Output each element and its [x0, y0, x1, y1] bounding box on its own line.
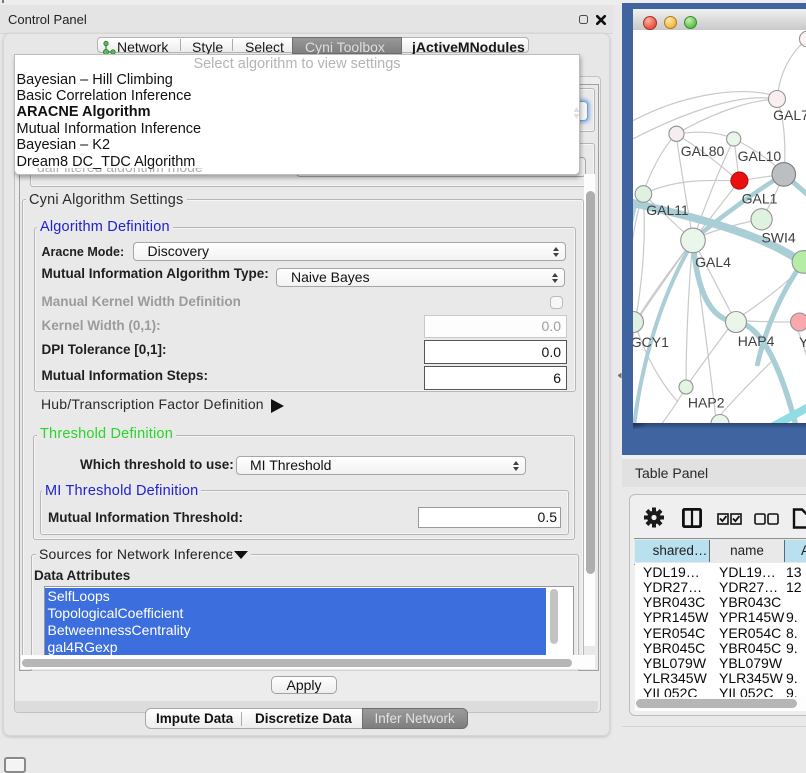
svg-text:GAL1: GAL1 [742, 191, 778, 207]
svg-text:HAP2: HAP2 [688, 395, 725, 411]
svg-text:GAL10: GAL10 [738, 148, 782, 164]
svg-text:GAL4: GAL4 [695, 254, 731, 270]
svg-text:SWI4: SWI4 [761, 230, 795, 246]
svg-text:GAL7: GAL7 [773, 107, 806, 123]
svg-text:HAP4: HAP4 [738, 333, 775, 349]
svg-text:GAL11: GAL11 [646, 202, 689, 218]
svg-text:GAL80: GAL80 [681, 143, 725, 159]
svg-text:GCY1: GCY1 [633, 334, 669, 350]
svg-text:YJ: YJ [799, 334, 806, 350]
